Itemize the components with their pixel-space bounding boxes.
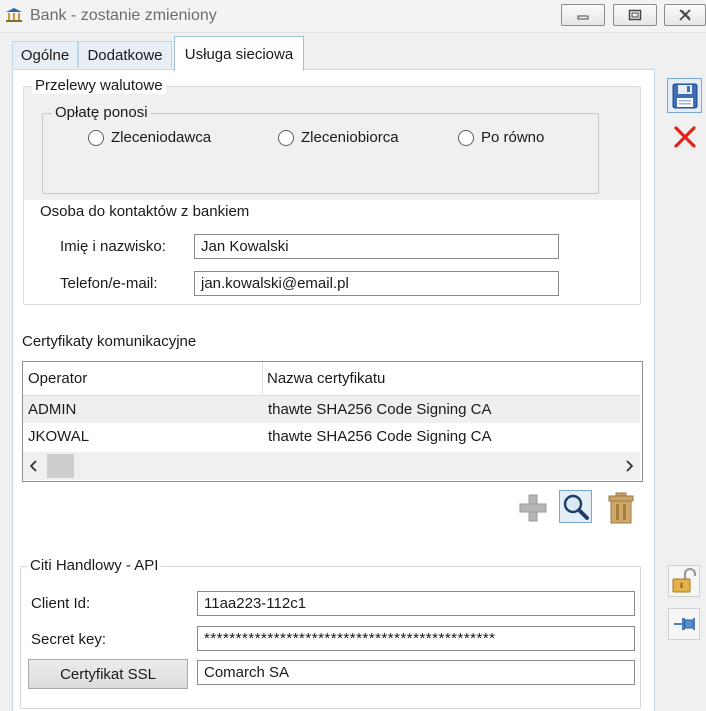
ssl-certificate-field[interactable]: Comarch SA [197,660,635,685]
tab-label: Dodatkowe [87,46,163,64]
close-window-icon [679,9,691,21]
cell-operator: JKOWAL [28,428,90,445]
grid-header: Operator Nazwa certyfikatu [23,362,640,396]
tab-label: Usługa sieciowa [184,45,294,63]
cell-nazwa: thawte SHA256 Code Signing CA [268,428,492,445]
pin-button[interactable] [668,608,700,640]
secret-key-field[interactable]: ****************************************… [197,626,635,651]
close-window-button[interactable] [664,4,706,26]
kontakt-title: Osoba do kontaktów z bankiem [40,203,250,220]
chevron-left-icon [30,460,37,472]
save-button[interactable] [667,78,702,113]
minimize-button[interactable] [561,4,605,26]
oplate-ponosi-group [42,113,599,194]
table-row[interactable]: JKOWAL thawte SHA256 Code Signing CA [23,423,640,450]
bank-app-icon [6,8,22,22]
radio-po-rowno[interactable] [458,130,474,146]
radio-label-zleceniodawca: Zleceniodawca [111,129,212,146]
tab-usluga-sieciowa[interactable]: Usługa sieciowa [174,36,304,71]
view-certificate-button[interactable] [559,490,592,523]
cell-nazwa: thawte SHA256 Code Signing CA [268,401,492,418]
tab-ogolne[interactable]: Ogólne [12,41,78,68]
minimize-icon [577,15,589,20]
client-id-field[interactable]: 11aa223-112c1 [197,591,635,616]
tab-dodatkowe[interactable]: Dodatkowe [78,41,172,68]
add-certificate-button[interactable] [516,491,549,524]
phone-label: Telefon/e-mail: [60,275,158,292]
phone-email-field[interactable]: jan.kowalski@email.pl [194,271,559,296]
secret-key-label: Secret key: [31,631,107,648]
oplate-ponosi-title: Opłatę ponosi [52,104,151,121]
citi-handlowy-title: Citi Handlowy - API [27,557,162,574]
certyfikaty-grid: Operator Nazwa certyfikatu ADMIN thawte … [22,361,643,482]
chevron-right-icon [626,460,633,472]
pin-icon [674,618,695,630]
maximize-button[interactable] [613,4,657,26]
close-icon [674,126,696,148]
column-header-operator[interactable]: Operator [28,370,87,387]
cell-operator: ADMIN [28,401,77,418]
tab-label: Ogólne [20,46,70,64]
radio-label-po-rowno: Po równo [481,129,545,146]
plus-icon [519,494,546,521]
scroll-right-button[interactable] [618,452,640,480]
client-id-label: Client Id: [31,595,91,612]
radio-label-zleceniobiorca: Zleceniobiorca [301,129,399,146]
cancel-button[interactable] [669,122,701,152]
przelewy-walutowe-title: Przelewy walutowe [32,77,166,94]
trash-icon [608,492,633,523]
maximize-icon [628,9,642,21]
horizontal-scrollbar[interactable] [23,452,640,480]
delete-certificate-button[interactable] [604,491,637,524]
scroll-left-button[interactable] [23,452,45,480]
column-divider [262,362,263,395]
save-icon [672,83,697,108]
name-label: Imię i nazwisko: [60,238,166,255]
unlock-icon [672,568,697,593]
column-header-nazwa[interactable]: Nazwa certyfikatu [267,370,385,387]
radio-zleceniodawca[interactable] [88,130,104,146]
window-title: Bank - zostanie zmieniony [30,7,217,24]
magnifier-icon [563,494,589,520]
certyfikaty-title: Certyfikaty komunikacyjne [22,333,197,350]
certyfikat-ssl-button[interactable]: Certyfikat SSL [28,659,188,689]
table-row[interactable]: ADMIN thawte SHA256 Code Signing CA [23,396,640,423]
unlock-button[interactable] [668,565,700,597]
scroll-thumb[interactable] [47,454,74,478]
name-field[interactable]: Jan Kowalski [194,234,559,259]
certyfikat-ssl-label: Certyfikat SSL [60,665,156,683]
radio-zleceniobiorca[interactable] [278,130,294,146]
